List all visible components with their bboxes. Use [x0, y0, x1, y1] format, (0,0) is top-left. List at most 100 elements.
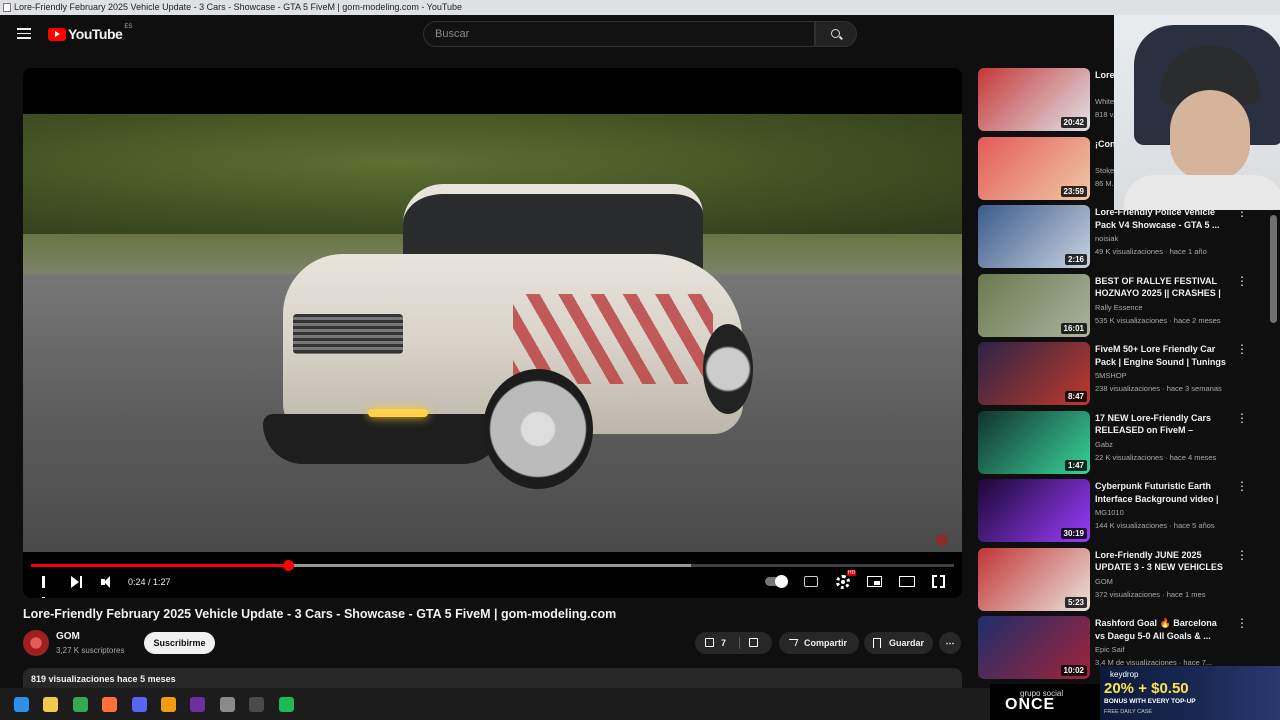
youtube-logo[interactable]: YouTube ES	[48, 24, 133, 43]
settings-icon[interactable]	[219, 697, 235, 712]
recommendation-item[interactable]: 8:47 FiveM 50+ Lore Friendly Car Pack | E…	[978, 342, 1268, 406]
next-app-icon[interactable]	[190, 697, 206, 712]
recommendation-views: 238 visualizaciones · hace 3 semanas	[1095, 384, 1222, 393]
save-button[interactable]: Guardar	[864, 632, 933, 654]
more-actions-button[interactable]: ⋯	[939, 632, 961, 654]
discord-icon[interactable]	[131, 697, 147, 712]
more-options-icon[interactable]: ⋮	[1236, 342, 1248, 356]
channel-avatar[interactable]	[23, 630, 49, 656]
keydrop-bonus: BONUS WITH EVERY TOP-UP	[1104, 698, 1196, 705]
share-button[interactable]: Compartir	[779, 632, 859, 654]
pause-button[interactable]	[40, 574, 52, 598]
keydrop-brand: keydrop	[1110, 670, 1139, 679]
video-title: Lore-Friendly February 2025 Vehicle Upda…	[23, 607, 617, 621]
recommendation-channel[interactable]: Epic Saif	[1095, 645, 1125, 654]
miniplayer-button[interactable]	[867, 576, 882, 587]
video-duration: 23:59	[1060, 185, 1087, 197]
chrome-icon[interactable]	[72, 697, 88, 712]
autoplay-toggle[interactable]	[765, 575, 788, 588]
recommendation-title[interactable]: FiveM 50+ Lore Friendly Car Pack | Engin…	[1095, 343, 1227, 368]
file-explorer-icon[interactable]	[43, 697, 59, 712]
more-options-icon[interactable]: ⋮	[1236, 548, 1248, 562]
once-ad-banner: grupo social ONCE	[990, 684, 1100, 720]
progress-played	[31, 564, 288, 567]
window-title: Lore-Friendly February 2025 Vehicle Upda…	[14, 2, 463, 12]
recommendation-title[interactable]: Cyberpunk Futuristic Earth Interface Bac…	[1095, 480, 1227, 505]
windows-start-icon[interactable]	[14, 697, 29, 712]
volume-icon[interactable]	[101, 574, 115, 590]
recommendation-channel[interactable]: 5MSHOP	[1095, 371, 1127, 380]
subtitles-button[interactable]	[804, 576, 818, 587]
channel-watermark-icon[interactable]	[936, 534, 948, 546]
app-icon[interactable]	[161, 697, 176, 712]
recommendation-channel[interactable]: Gabz	[1095, 440, 1113, 449]
recommendation-thumbnail[interactable]: 1:47	[978, 410, 1090, 474]
channel-name[interactable]: GOM	[56, 631, 80, 642]
recommendation-item[interactable]: 30:19 Cyberpunk Futuristic Earth Interfac…	[978, 479, 1268, 543]
browser-app-icon[interactable]	[249, 697, 265, 712]
more-options-icon[interactable]: ⋮	[1236, 479, 1248, 493]
recommendation-thumbnail[interactable]: 8:47	[978, 342, 1090, 405]
recommendation-item[interactable]: 1:47 17 NEW Lore-Friendly Cars RELEASED o…	[978, 410, 1268, 475]
subscriber-count: 3,27 K suscriptores	[56, 646, 125, 655]
video-player[interactable]: 0:24 / 1:27 HD	[23, 68, 962, 598]
menu-icon[interactable]	[17, 28, 31, 39]
search-input[interactable]: Buscar	[423, 21, 815, 47]
recommendation-item[interactable]: 5:23 Lore-Friendly JUNE 2025 UPDATE 3 - 3…	[978, 547, 1268, 612]
windows-taskbar	[0, 688, 1100, 720]
video-frame[interactable]	[23, 114, 962, 552]
theater-mode-button[interactable]	[899, 576, 915, 587]
recommendation-views: 49 K visualizaciones · hace 1 año	[1095, 247, 1207, 256]
country-code: ES	[124, 24, 133, 30]
recommendation-thumbnail[interactable]: 5:23	[978, 547, 1090, 611]
recommendation-thumbnail[interactable]: 10:02	[978, 616, 1090, 679]
recommendation-item[interactable]: 2:16 Lore-Friendly Police Vehicle Pack V4…	[978, 205, 1268, 269]
dislike-thumb-icon[interactable]	[749, 638, 758, 647]
recommendation-title[interactable]: 17 NEW Lore-Friendly Cars RELEASED on Fi…	[1095, 412, 1227, 437]
recommendation-channel[interactable]: MG1010	[1095, 508, 1124, 517]
video-duration: 10:02	[1060, 665, 1087, 676]
recommendation-title[interactable]: Rashford Goal 🔥 Barcelona vs Daegu 5-0 A…	[1095, 617, 1227, 642]
recommendation-title[interactable]: Lore-Friendly JUNE 2025 UPDATE 3 - 3 NEW…	[1095, 549, 1227, 574]
spotify-icon[interactable]	[278, 697, 294, 712]
fullscreen-button[interactable]	[932, 575, 945, 588]
recommendation-thumbnail[interactable]: 2:16	[978, 205, 1090, 268]
recommendation-channel[interactable]: noisiak	[1095, 234, 1118, 243]
recommendation-item[interactable]: 16:01 BEST OF RALLYE FESTIVAL HOZNAYO 202…	[978, 273, 1268, 338]
recommendation-thumbnail[interactable]: 23:59	[978, 136, 1090, 200]
more-options-icon[interactable]: ⋮	[1236, 411, 1248, 425]
more-options-icon[interactable]: ⋮	[1236, 274, 1248, 288]
search-icon	[831, 29, 840, 38]
page-icon	[3, 3, 11, 12]
player-controls: 0:24 / 1:27 HD	[23, 570, 962, 598]
sidebar-scrollbar[interactable]	[1270, 215, 1277, 323]
recommendation-thumbnail[interactable]: 30:19	[978, 479, 1090, 542]
more-options-icon[interactable]: ⋮	[1236, 616, 1248, 630]
keydrop-offer: 20% + $0.50	[1104, 680, 1189, 697]
recommendation-channel[interactable]: Rally Essence	[1095, 303, 1143, 312]
recommendation-channel[interactable]: GOM	[1095, 577, 1113, 586]
share-icon	[786, 639, 799, 646]
subscribe-button[interactable]: Suscribirme	[144, 632, 215, 654]
search-button[interactable]	[815, 21, 857, 47]
next-button[interactable]	[71, 574, 83, 590]
video-duration: 5:23	[1064, 596, 1087, 608]
recommendation-thumbnail[interactable]: 20:42	[978, 68, 1090, 131]
keydrop-daily: FREE DAILY CASE	[1104, 709, 1153, 715]
recommendation-views: 144 K visualizaciones · hace 5 años	[1095, 521, 1215, 530]
recommendation-thumbnail[interactable]: 16:01	[978, 273, 1090, 337]
firefox-icon[interactable]	[102, 697, 118, 712]
views-and-age: 819 visualizaciones hace 5 meses	[31, 674, 176, 684]
recommendation-views: 372 visualizaciones · hace 1 mes	[1095, 589, 1206, 599]
like-separator	[739, 637, 740, 649]
progress-bar[interactable]	[31, 560, 954, 571]
window-titlebar: Lore-Friendly February 2025 Vehicle Upda…	[0, 0, 1280, 15]
like-count[interactable]: 7	[721, 632, 726, 654]
recommendation-views: 535 K visualizaciones · hace 2 meses	[1095, 315, 1221, 325]
like-thumb-icon[interactable]	[705, 638, 714, 647]
settings-gear-icon[interactable]	[836, 575, 850, 589]
video-duration: 2:16	[1064, 254, 1087, 265]
recommendation-title[interactable]: BEST OF RALLYE FESTIVAL HOZNAYO 2025 || …	[1095, 275, 1227, 300]
video-duration: 30:19	[1060, 528, 1087, 539]
youtube-play-icon	[48, 27, 66, 41]
